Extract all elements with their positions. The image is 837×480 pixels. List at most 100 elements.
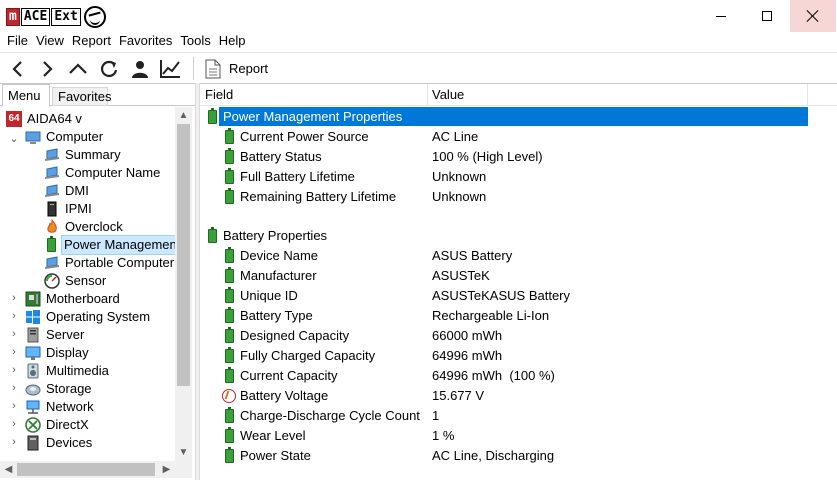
horizontal-scroll-thumb[interactable] bbox=[17, 463, 155, 476]
table-row[interactable]: Wear Level 1 % bbox=[200, 426, 837, 445]
tree-item-ipmi[interactable]: IPMI bbox=[44, 200, 94, 218]
tree-item-label: Operating System bbox=[46, 309, 151, 324]
battery-icon bbox=[225, 127, 234, 144]
chart-line-icon bbox=[160, 60, 180, 78]
server-icon bbox=[27, 327, 39, 343]
tree-item-storage[interactable]: Storage bbox=[25, 380, 94, 398]
value-cell: ASUSTeKASUS Battery bbox=[432, 288, 570, 303]
scroll-down-icon[interactable]: ▼ bbox=[175, 444, 192, 461]
tab-menu[interactable]: Menu bbox=[2, 84, 50, 107]
scroll-up-icon[interactable]: ▲ bbox=[175, 107, 192, 124]
tree-item-dmi[interactable]: DMI bbox=[44, 182, 91, 200]
collapse-computer-icon[interactable]: ⌄ bbox=[9, 134, 19, 145]
column-header-field[interactable]: Field bbox=[200, 84, 428, 106]
tree-item-label: Storage bbox=[46, 381, 92, 396]
menu-help[interactable]: Help bbox=[215, 32, 250, 52]
battery-icon bbox=[225, 147, 234, 164]
table-row[interactable]: Designed Capacity 66000 mWh bbox=[200, 326, 837, 345]
group-power-management-properties[interactable]: Power Management Properties bbox=[200, 107, 837, 126]
toolbar-separator bbox=[193, 57, 194, 80]
report-label[interactable]: Report bbox=[229, 61, 268, 76]
tree-item-label: Display bbox=[46, 345, 89, 360]
laptop-icon bbox=[44, 166, 60, 179]
refresh-button[interactable] bbox=[96, 56, 122, 82]
table-row[interactable]: Battery Voltage 15.677 V bbox=[200, 386, 837, 405]
expand-directx-icon[interactable]: › bbox=[9, 419, 19, 430]
back-button[interactable] bbox=[5, 56, 31, 82]
menu-file[interactable]: File bbox=[3, 32, 32, 52]
table-row[interactable]: Charge-Discharge Cycle Count 1 bbox=[200, 406, 837, 425]
tree-item-server[interactable]: Server bbox=[25, 326, 86, 344]
expand-network-icon[interactable]: › bbox=[9, 401, 19, 412]
tree-item-sensor[interactable]: Sensor bbox=[44, 272, 108, 290]
tree-vertical-scrollbar[interactable]: ▲ ▼ bbox=[175, 107, 192, 461]
field-cell: Battery Voltage bbox=[222, 386, 328, 405]
expand-storage-icon[interactable]: › bbox=[9, 383, 19, 394]
expand-operating-system-icon[interactable]: › bbox=[9, 311, 19, 322]
nav-tabs: Menu Favorites bbox=[0, 84, 195, 107]
table-row[interactable]: Device Name ASUS Battery bbox=[200, 246, 837, 265]
menu-favorites[interactable]: Favorites bbox=[115, 32, 176, 52]
tree-horizontal-scrollbar[interactable]: ◀ ▶ bbox=[0, 461, 175, 478]
flame-icon bbox=[47, 219, 57, 233]
table-row[interactable]: Manufacturer ASUSTeK bbox=[200, 266, 837, 285]
up-button[interactable] bbox=[65, 56, 91, 82]
expand-server-icon[interactable]: › bbox=[9, 329, 19, 340]
tree-item-display[interactable]: Display bbox=[25, 344, 91, 362]
field-text: Unique ID bbox=[240, 288, 298, 303]
tree-item-multimedia[interactable]: Multimedia bbox=[25, 362, 111, 380]
tree-item-computer[interactable]: Computer bbox=[25, 128, 105, 146]
tree-item-portable-computer[interactable]: Portable Computer bbox=[44, 254, 175, 272]
expand-motherboard-icon[interactable]: › bbox=[9, 293, 19, 304]
minimize-icon bbox=[716, 15, 726, 17]
tree-item-label: Computer Name bbox=[65, 165, 161, 180]
tree-item-motherboard[interactable]: Motherboard bbox=[25, 290, 122, 308]
vertical-scroll-thumb[interactable] bbox=[177, 124, 190, 386]
table-row[interactable]: Unique ID ASUSTeKASUS Battery bbox=[200, 286, 837, 305]
forward-button[interactable] bbox=[34, 56, 60, 82]
minimize-button[interactable] bbox=[698, 0, 744, 32]
table-row[interactable]: Power State AC Line, Discharging bbox=[200, 446, 837, 465]
table-row[interactable]: Current Capacity 64996 mWh (100 %) bbox=[200, 366, 837, 385]
table-row[interactable]: Fully Charged Capacity 64996 mWh bbox=[200, 346, 837, 365]
expand-multimedia-icon[interactable]: › bbox=[9, 365, 19, 376]
maximize-button[interactable] bbox=[744, 0, 790, 32]
field-text: Designed Capacity bbox=[240, 328, 350, 343]
table-row[interactable]: Full Battery Lifetime Unknown bbox=[200, 167, 837, 186]
report-button[interactable] bbox=[200, 56, 226, 82]
menu-view[interactable]: View bbox=[32, 32, 68, 52]
scroll-right-icon[interactable]: ▶ bbox=[158, 461, 175, 478]
group-battery-properties[interactable]: Battery Properties bbox=[200, 226, 837, 245]
table-row[interactable]: Remaining Battery Lifetime Unknown bbox=[200, 187, 837, 206]
user-button[interactable] bbox=[127, 56, 153, 82]
group-field: Power Management Properties bbox=[208, 107, 402, 126]
tree-item-operating-system[interactable]: Operating System bbox=[25, 308, 152, 326]
scroll-left-icon[interactable]: ◀ bbox=[0, 461, 17, 478]
tree-item-summary[interactable]: Summary bbox=[44, 146, 123, 164]
tree-item-directx[interactable]: DirectX bbox=[25, 416, 91, 434]
battery-icon bbox=[225, 246, 234, 263]
field-text: Manufacturer bbox=[240, 268, 317, 283]
table-row[interactable]: Battery Type Rechargeable Li-Ion bbox=[200, 306, 837, 325]
tree-item-overclock[interactable]: Overclock bbox=[44, 218, 125, 236]
close-button[interactable] bbox=[790, 0, 836, 32]
expand-display-icon[interactable]: › bbox=[9, 347, 19, 358]
tab-favorites[interactable]: Favorites bbox=[52, 87, 111, 106]
menu-report[interactable]: Report bbox=[68, 32, 115, 52]
tree-item-computer-name[interactable]: Computer Name bbox=[44, 164, 162, 182]
column-header-value[interactable]: Value bbox=[428, 84, 808, 106]
tree-item-devices[interactable]: Devices bbox=[25, 434, 94, 452]
table-row[interactable]: Current Power Source AC Line bbox=[200, 127, 837, 146]
tree-item-label: Sensor bbox=[65, 273, 107, 288]
tree-item-aida64[interactable]: 64 AIDA64 v bbox=[6, 110, 84, 128]
field-cell: Wear Level bbox=[225, 426, 306, 445]
expand-devices-icon[interactable]: › bbox=[9, 437, 19, 448]
menu-tools[interactable]: Tools bbox=[176, 32, 214, 52]
benchmark-button[interactable] bbox=[157, 56, 183, 82]
tree-item-network[interactable]: Network bbox=[25, 398, 96, 416]
tree-item-power-management[interactable]: Power Management bbox=[44, 235, 175, 255]
network-icon bbox=[26, 400, 40, 414]
battery-icon bbox=[225, 406, 234, 423]
table-row[interactable]: Battery Status 100 % (High Level) bbox=[200, 147, 837, 166]
laptop-icon bbox=[44, 256, 60, 269]
